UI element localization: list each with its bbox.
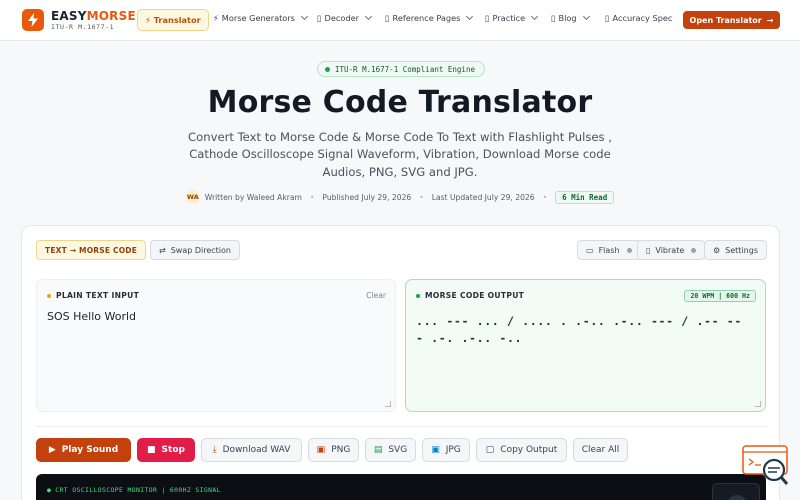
settings-button[interactable]: ⚙ Settings [704, 240, 767, 260]
clear-all-button[interactable]: Clear All [573, 438, 628, 462]
flashlight-icon: ▭ [586, 245, 594, 255]
square-icon: ▯ [485, 13, 490, 23]
output-label: MORSE CODE OUTPUT [416, 291, 524, 300]
site-logo[interactable]: EASYMORSE ITU-R M.1677-1 [22, 9, 136, 31]
chevron-down-icon [466, 12, 474, 21]
play-sound-button[interactable]: ▶ Play Sound [36, 438, 131, 462]
download-jpg-button[interactable]: ▣ JPG [422, 438, 470, 462]
text-input-field[interactable]: SOS Hello World [47, 310, 136, 323]
nav-item-morse-generators[interactable]: ⚡ Morse Generators [213, 12, 308, 23]
published-date: Published July 29, 2026 [322, 192, 412, 202]
stop-icon: ■ [147, 445, 156, 455]
vibrate-toggle[interactable]: ▯ Vibrate [637, 240, 706, 260]
lightning-icon: ⚡ [213, 13, 219, 23]
phone-icon: ▯ [646, 245, 651, 255]
nav-item-decoder[interactable]: ▯ Decoder [317, 12, 373, 23]
download-wav-button[interactable]: ⤓ Download WAV [201, 438, 302, 462]
download-svg-button[interactable]: ▤ SVG [365, 438, 416, 462]
open-translator-button[interactable]: Open Translator → [683, 11, 780, 29]
article-meta: WA Written by Waleed Akram • Published J… [0, 190, 800, 204]
status-dot-icon: ● [47, 486, 52, 494]
clear-input-button[interactable]: Clear [366, 291, 386, 300]
page-title: Morse Code Translator [207, 85, 593, 120]
lightning-icon: ⚡ [145, 15, 151, 25]
updated-date: Last Updated July 29, 2026 [431, 192, 535, 202]
direction-badge: TEXT → MORSE CODE [36, 240, 147, 260]
stop-button[interactable]: ■ Stop [137, 438, 195, 462]
square-icon: ▯ [551, 13, 556, 23]
square-icon: ▯ [605, 13, 610, 23]
arrow-right-icon: → [766, 15, 774, 25]
compliance-badge: ITU-R M.1677-1 Compliant Engine [317, 61, 485, 77]
morse-output-field[interactable]: ... --- ... / .... . .-.. .-.. --- / .--… [416, 313, 746, 347]
chevron-down-icon [582, 12, 590, 21]
play-icon: ▶ [48, 445, 56, 455]
clipboard-icon: ▢ [485, 445, 495, 455]
swap-direction-button[interactable]: ⇄ Swap Direction [150, 240, 240, 260]
nav-item-blog[interactable]: ▯ Blog [551, 12, 590, 23]
page-description: Convert Text to Morse Code & Morse Code … [188, 130, 612, 179]
nav-item-reference-pages[interactable]: ▯ Reference Pages [385, 12, 474, 23]
lightning-logo-icon [22, 9, 44, 31]
resize-handle-icon[interactable] [385, 401, 391, 407]
wpm-frequency-badge: 20 WPM | 600 Hz [684, 290, 756, 302]
top-navigation: EASYMORSE ITU-R M.1677-1 ⚡ Translator ⚡ Mo… [0, 0, 800, 41]
logo-title: EASYMORSE [51, 8, 136, 23]
text-input-pane[interactable]: PLAIN TEXT INPUT Clear SOS Hello World [36, 279, 396, 412]
translator-card: TEXT → MORSE CODE ⇄ Swap Direction ▭ Flash… [21, 225, 780, 500]
status-dot-icon [325, 67, 330, 72]
file-icon: ▤ [373, 445, 383, 455]
nav-item-translator[interactable]: ⚡ Translator [137, 9, 209, 31]
help-widget-icon[interactable] [741, 444, 789, 488]
download-icon: ⤓ [212, 445, 217, 455]
toggle-indicator [691, 247, 697, 253]
oscilloscope-label: ● CRT OSCILLOSCOPE MONITOR | 600HZ SIGNAL [47, 486, 221, 494]
author-avatar: WA [185, 190, 200, 204]
chevron-down-icon [531, 12, 539, 21]
gear-icon: ⚙ [713, 245, 721, 255]
flash-toggle[interactable]: ▭ Flash [577, 240, 641, 260]
square-icon: ▯ [317, 13, 322, 23]
chevron-down-icon [364, 12, 373, 21]
toggle-indicator [626, 247, 632, 253]
nav-item-accuracy-spec[interactable]: ▯ Accuracy Spec [605, 13, 672, 23]
image-icon: ▣ [316, 445, 326, 455]
input-label: PLAIN TEXT INPUT [47, 291, 139, 300]
oscilloscope-monitor: ● CRT OSCILLOSCOPE MONITOR | 600HZ SIGNAL [36, 474, 766, 500]
read-time-badge: 6 Min Read [555, 190, 615, 204]
image-icon: ▣ [431, 445, 440, 455]
morse-output-pane[interactable]: MORSE CODE OUTPUT 20 WPM | 600 Hz ... --… [405, 279, 766, 412]
resize-handle-icon[interactable] [755, 401, 761, 407]
status-dot-icon [416, 293, 420, 298]
copy-output-button[interactable]: ▢ Copy Output [476, 438, 567, 462]
section-divider [36, 426, 766, 427]
chevron-down-icon [300, 12, 308, 21]
download-png-button[interactable]: ▣ PNG [308, 438, 359, 462]
status-dot-icon [47, 293, 51, 298]
author-name[interactable]: Written by Waleed Akram [205, 193, 302, 202]
swap-arrows-icon: ⇄ [159, 245, 166, 255]
nav-item-practice[interactable]: ▯ Practice [485, 12, 539, 23]
logo-subtitle: ITU-R M.1677-1 [51, 22, 115, 31]
square-icon: ▯ [385, 13, 390, 23]
